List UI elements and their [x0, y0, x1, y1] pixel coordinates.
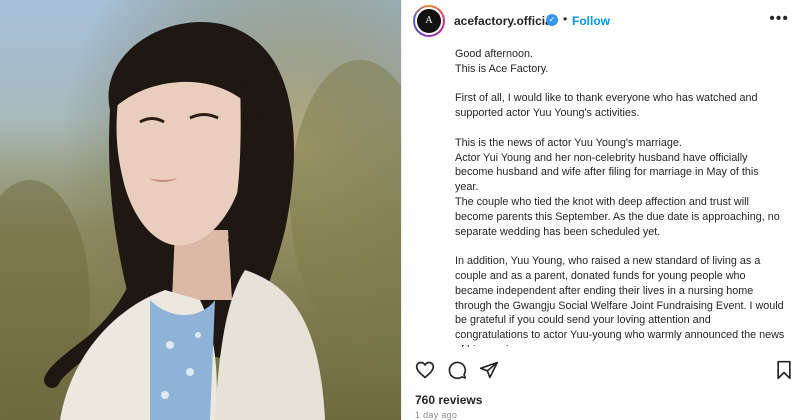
avatar-letter: A [425, 16, 433, 26]
instagram-post: A acefactory.official ✓ • Follow ••• Goo… [0, 0, 800, 420]
caption-line: In addition, Yuu Young, who raised a new… [455, 255, 785, 347]
post-actions [402, 356, 800, 386]
portrait-illustration [0, 0, 401, 420]
follow-button[interactable]: Follow [572, 14, 610, 28]
share-icon[interactable] [479, 360, 499, 385]
heart-icon[interactable] [415, 360, 435, 385]
more-options-icon[interactable]: ••• [769, 10, 789, 28]
comment-icon[interactable] [447, 360, 467, 385]
post-side-panel: A acefactory.official ✓ • Follow ••• Goo… [401, 0, 800, 420]
header-separator: • [563, 12, 568, 26]
post-timestamp: 1 day ago [415, 410, 458, 420]
caption-line: First of all, I would like to thank ever… [455, 92, 758, 120]
caption-line: Actor Yui Young and her non-celebrity hu… [455, 151, 759, 194]
caption-line: This is Ace Factory. [455, 62, 549, 75]
reviews-count[interactable]: 760 reviews [415, 393, 482, 407]
avatar-image: A [415, 7, 443, 35]
username-link[interactable]: acefactory.official [454, 14, 555, 28]
verified-badge-icon: ✓ [546, 14, 558, 26]
post-header: A acefactory.official ✓ • Follow ••• [402, 0, 800, 42]
post-caption: Good afternoon. This is Ace Factory. Fir… [455, 47, 785, 347]
bookmark-icon[interactable] [775, 360, 793, 385]
post-photo[interactable] [0, 0, 401, 420]
caption-line: Good afternoon. [455, 48, 534, 60]
caption-line: This is the news of actor Yuu Young's ma… [455, 136, 682, 149]
avatar[interactable]: A [413, 5, 445, 37]
caption-line: The couple who tied the knot with deep a… [455, 195, 780, 238]
